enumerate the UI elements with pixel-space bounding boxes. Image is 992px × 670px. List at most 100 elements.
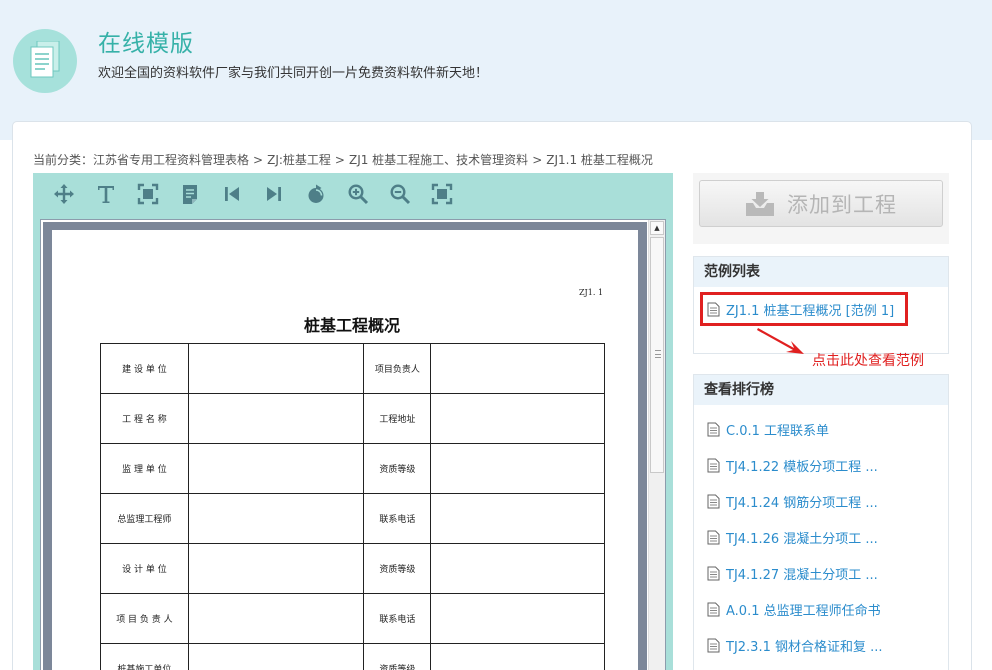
ranking-heading: 查看排行榜 [694,375,948,405]
breadcrumb-separator: > [532,153,543,167]
breadcrumb-item[interactable]: ZJ:桩基工程 [267,153,331,167]
table-row: 设 计 单 位 资质等级 [100,543,605,594]
table-row: 项 目 负 责 人 联系电话 [100,593,605,644]
ranking-item-label: TJ4.1.27 混凝土分项工 ... [726,568,878,583]
field-label: 资质等级 [363,643,432,670]
scroll-up-arrow-icon[interactable]: ▲ [650,221,664,235]
field-label: 建 设 单 位 [100,343,189,394]
table-row: 监 理 单 位 资质等级 [100,443,605,494]
example-list-heading: 范例列表 [694,257,948,287]
rotate-icon[interactable] [304,182,328,206]
zoom-in-icon[interactable] [346,182,370,206]
field-value [187,393,365,444]
document-icon [707,638,720,653]
field-value [187,493,365,544]
field-label: 总监理工程师 [100,493,189,544]
last-page-icon[interactable] [262,182,286,206]
ranking-item[interactable]: A.0.1 总监理工程师任命书 [707,600,881,619]
field-value [430,543,605,594]
viewer-toolbar [33,173,673,215]
scrollbar-thumb[interactable] [650,237,664,473]
example-link-label: ZJ1.1 桩基工程概况 [范例 1] [726,304,895,319]
ranking-panel: 查看排行榜 [693,374,949,670]
text-icon[interactable] [94,182,118,206]
ranking-item-label: TJ2.3.1 钢材合格证和复 ... [726,640,883,655]
document-viewport[interactable]: ZJ1. 1 桩基工程概况 建 设 单 位 项目负责人 工 程 名 称 工程地址 监… [40,219,666,670]
table-row: 建 设 单 位 项目负责人 [100,343,605,394]
document-title: 桩基工程概况 [303,316,400,335]
field-value [187,543,365,594]
table-row: 工 程 名 称 工程地址 [100,393,605,444]
document-page: ZJ1. 1 桩基工程概况 建 设 单 位 项目负责人 工 程 名 称 工程地址 监… [52,230,638,670]
document-canvas: ZJ1. 1 桩基工程概况 建 设 单 位 项目负责人 工 程 名 称 工程地址 监… [43,222,647,670]
add-to-project-button[interactable]: 添加到工程 [699,180,943,227]
vertical-scrollbar[interactable]: ▲ [648,220,665,670]
breadcrumb-separator: > [253,153,264,167]
table-row: 桩基施工单位 资质等级 [100,643,605,670]
field-value [187,343,365,394]
move-icon[interactable] [52,182,76,206]
field-value [430,393,605,444]
example-link[interactable]: ZJ1.1 桩基工程概况 [范例 1] [707,300,894,319]
table-row: 总监理工程师 联系电话 [100,493,605,544]
fullscreen-icon[interactable] [430,182,454,206]
add-to-project-panel: 添加到工程 [693,173,949,244]
annotation-arrow-icon [757,328,804,354]
breadcrumb-item[interactable]: ZJ1 桩基工程施工、技术管理资料 [349,153,528,167]
field-label: 设 计 单 位 [100,543,189,594]
annotation-text: 点击此处查看范例 [812,353,924,369]
document-stack-icon [30,41,60,78]
site-title: 在线模版 [98,31,194,57]
ranking-item[interactable]: TJ2.3.1 钢材合格证和复 ... [707,636,883,655]
first-page-icon[interactable] [220,182,244,206]
ranking-item[interactable]: TJ4.1.22 模板分项工程 ... [707,456,878,475]
download-tray-icon [746,191,774,216]
field-label: 工程地址 [363,393,432,444]
ranking-item[interactable]: TJ4.1.26 混凝土分项工 ... [707,528,878,547]
zoom-out-icon[interactable] [388,182,412,206]
field-value [430,643,605,670]
document-icon [707,530,720,545]
breadcrumb-item[interactable]: ZJ1.1 桩基工程概况 [546,153,653,167]
ranking-item[interactable]: TJ4.1.27 混凝土分项工 ... [707,564,878,583]
field-value [187,443,365,494]
ranking-item[interactable]: C.0.1 工程联系单 [707,420,829,439]
field-value [187,643,365,670]
ranking-item-label: TJ4.1.24 钢筋分项工程 ... [726,496,878,511]
field-label: 联系电话 [363,593,432,644]
field-value [430,343,605,394]
overview-form-table: 建 设 单 位项目负责人 工 程 名 称工程地址 监 理 单 位资质等级 总监理… [100,343,605,670]
field-label: 监 理 单 位 [100,443,189,494]
site-subtitle: 欢迎全国的资料软件厂家与我们共同开创一片免费资料软件新天地！ [98,66,489,81]
document-icon [707,302,720,317]
field-label: 桩基施工单位 [100,643,189,670]
field-label: 工 程 名 称 [100,393,189,444]
ranking-item-label: TJ4.1.22 模板分项工程 ... [726,460,878,475]
document-icon [707,566,720,581]
field-label: 联系电话 [363,493,432,544]
document-code: ZJ1. 1 [579,288,604,297]
fit-page-icon[interactable] [136,182,160,206]
field-value [430,593,605,644]
scrollbar-grip-icon [655,350,661,358]
field-label: 资质等级 [363,443,432,494]
field-value [187,593,365,644]
ranking-item[interactable]: TJ4.1.24 钢筋分项工程 ... [707,492,878,511]
document-icon [707,458,720,473]
document-icon [707,422,720,437]
breadcrumb-prefix: 当前分类： [33,153,94,167]
breadcrumb-item[interactable]: 江苏省专用工程资料管理表格 [93,153,249,167]
notes-icon[interactable] [178,182,202,206]
field-value [430,493,605,544]
field-value [430,443,605,494]
document-viewer: ZJ1. 1 桩基工程概况 建 设 单 位 项目负责人 工 程 名 称 工程地址 监… [33,173,673,670]
ranking-item-label: TJ4.1.26 混凝土分项工 ... [726,532,878,547]
field-label: 资质等级 [363,543,432,594]
ranking-item-label: C.0.1 工程联系单 [726,424,830,439]
breadcrumb-separator: > [334,153,345,167]
ranking-item-label: A.0.1 总监理工程师任命书 [726,604,881,619]
field-label: 项目负责人 [363,343,432,394]
document-icon [707,602,720,617]
breadcrumb: 当前分类：江苏省专用工程资料管理表格 > ZJ:桩基工程 > ZJ1 桩基工程施工、技术… [33,151,653,168]
site-logo [13,29,77,93]
